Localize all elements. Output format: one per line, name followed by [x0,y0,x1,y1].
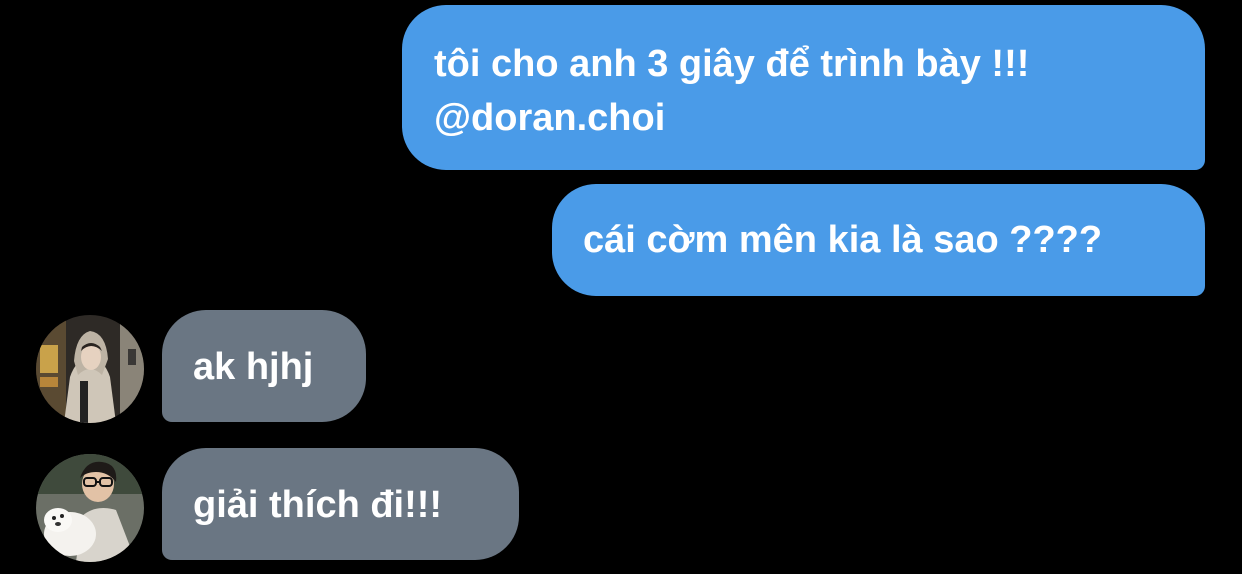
contact-avatar-person-with-dog-icon[interactable] [36,454,144,562]
mention-link[interactable]: @doran.choi [434,91,1175,145]
received-message-bubble[interactable]: giải thích đi!!! [162,448,519,560]
sent-message-bubble[interactable]: cái cờm mên kia là sao ???? [552,184,1205,296]
received-message-bubble[interactable]: ak hjhj [162,310,366,422]
message-text: cái cờm mên kia là sao ???? [583,219,1103,261]
message-text: tôi cho anh 3 giây để trình bày !!! [434,43,1030,85]
message-text: giải thích đi!!! [193,484,443,526]
contact-avatar-hooded-person-icon[interactable] [36,315,144,423]
sent-message-bubble[interactable]: tôi cho anh 3 giây để trình bày !!! @dor… [402,5,1205,170]
message-text: ak hjhj [193,346,314,388]
